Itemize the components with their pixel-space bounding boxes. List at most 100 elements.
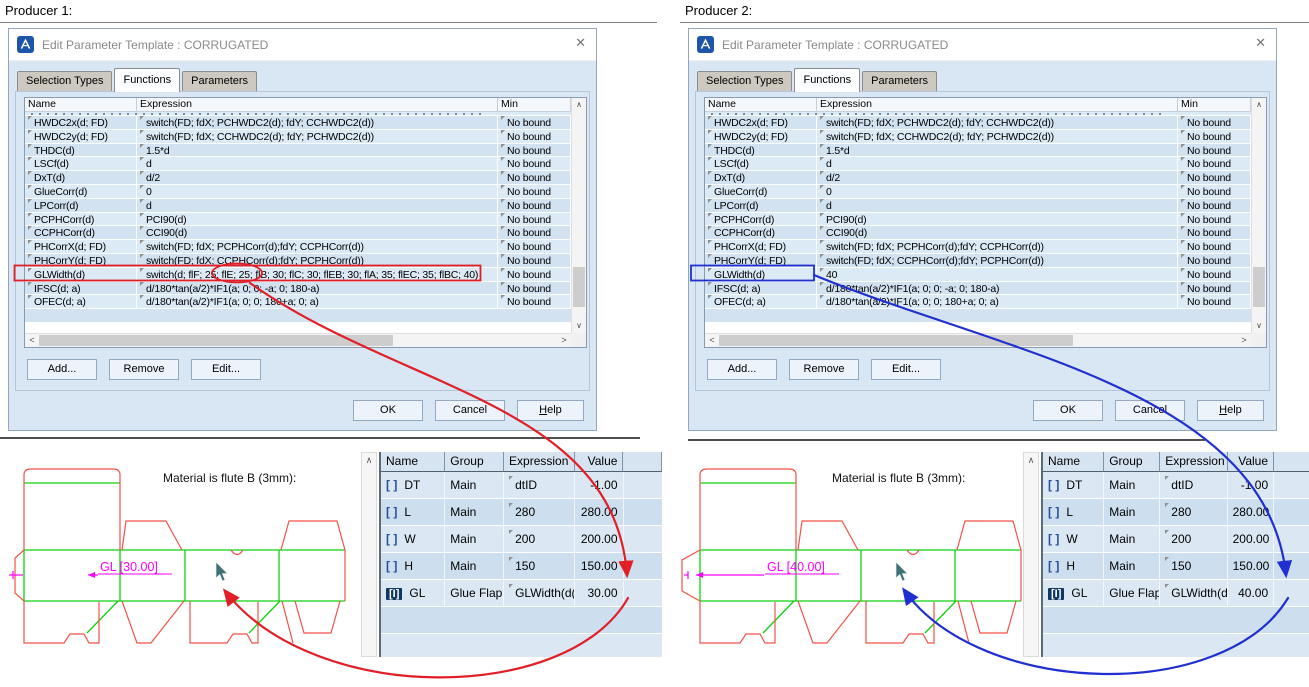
scrollbar-thumb[interactable]	[719, 335, 1073, 346]
vertical-scrollbar[interactable]: ∧ ∨	[571, 98, 586, 333]
scrollbar-thumb[interactable]	[1253, 267, 1265, 307]
column-header-name[interactable]: Name	[381, 452, 445, 472]
ok-button[interactable]: OK	[353, 400, 423, 421]
scroll-up-icon[interactable]: ∧	[1024, 453, 1038, 469]
tab-selection-types[interactable]: Selection Types	[17, 71, 112, 92]
remove-button[interactable]: Remove	[789, 359, 859, 380]
add-button[interactable]: Add...	[27, 359, 97, 380]
function-row-pcphcorr[interactable]: PCPHCorr(d)PCI90(d)No bound	[705, 213, 1266, 227]
scroll-up-icon[interactable]: ∧	[1252, 98, 1266, 112]
function-row-lpcorr[interactable]: LPCorr(d)dNo bound	[25, 199, 586, 213]
cancel-button[interactable]: Cancel	[1115, 400, 1185, 421]
column-header-expression[interactable]: Expression	[137, 98, 498, 111]
column-header-min[interactable]: Min	[1178, 98, 1251, 111]
function-row-phcorrx[interactable]: PHCorrX(d; FD)switch(FD; fdX; PCPHCorr(d…	[25, 240, 586, 254]
function-row-ccphcorr[interactable]: CCPHCorr(d)CCI90(d)No bound	[25, 226, 586, 240]
help-button[interactable]: Help	[1197, 400, 1264, 421]
function-row-glwidth[interactable]: GLWidth(d)40No bound	[705, 268, 1266, 282]
vertical-scrollbar[interactable]: ∧ ∨	[1251, 98, 1266, 333]
column-header-group[interactable]: Group	[1104, 452, 1160, 472]
horizontal-scrollbar[interactable]: < >	[705, 333, 1251, 347]
close-icon[interactable]: ✕	[1255, 35, 1266, 51]
param-value: 40.00	[1228, 580, 1275, 607]
tab-selection-types[interactable]: Selection Types	[697, 71, 792, 92]
function-row-gluecorr[interactable]: GlueCorr(d)0No bound	[705, 185, 1266, 199]
function-row-ofec[interactable]: OFEC(d; a)d/180*tan(a/2)*IF1(a; 0; 0; 18…	[705, 295, 1266, 309]
param-row-w[interactable]: [ ]WMain200200.00	[381, 526, 662, 553]
column-header-name[interactable]: Name	[705, 98, 817, 111]
scroll-up-icon[interactable]: ∧	[572, 98, 586, 112]
tab-parameters[interactable]: Parameters	[182, 71, 257, 92]
function-row-ofec[interactable]: OFEC(d; a)d/180*tan(a/2)*IF1(a; 0; 0; 18…	[25, 295, 586, 309]
param-row-gl[interactable]: [I]GLGlue FlapGLWidth(d())40.00	[1043, 580, 1309, 607]
readonly-flag-icon	[509, 503, 513, 507]
function-row-ccphcorr[interactable]: CCPHCorr(d)CCI90(d)No bound	[705, 226, 1266, 240]
function-row-phcorry[interactable]: PHCorrY(d; FD)switch(FD; fdX; CCPHCorr(d…	[705, 254, 1266, 268]
box-blank-canvas[interactable]: Material is flute B (3mm):GL [40.00]	[680, 444, 1022, 660]
scroll-right-icon[interactable]: >	[557, 334, 571, 347]
function-expression: d/180*tan(a/2)*IF1(a; 0; 0; -a; 0; 180-a…	[137, 282, 498, 295]
function-row-dxt[interactable]: DxT(d)d/2No bound	[705, 171, 1266, 185]
function-row-phcorrx[interactable]: PHCorrX(d; FD)switch(FD; fdX; PCPHCorr(d…	[705, 240, 1266, 254]
function-row-glwidth[interactable]: GLWidth(d)switch(d; flF; 25; flE; 25; fl…	[25, 268, 586, 282]
function-row-dxt[interactable]: DxT(d)d/2No bound	[25, 171, 586, 185]
horizontal-scrollbar[interactable]: < >	[25, 333, 571, 347]
function-row-hwdc2x[interactable]: HWDC2x(d; FD)switch(FD; fdX; PCHWDC2(d);…	[705, 116, 1266, 130]
edit-button[interactable]: Edit...	[191, 359, 261, 380]
ok-button[interactable]: OK	[1033, 400, 1103, 421]
param-row-h[interactable]: [ ]HMain150150.00	[1043, 553, 1309, 580]
box-blank-canvas[interactable]: Material is flute B (3mm):GL [30.00]	[0, 444, 360, 660]
scroll-left-icon[interactable]: <	[705, 334, 719, 347]
function-row-lscf[interactable]: LSCf(d)dNo bound	[705, 157, 1266, 171]
remove-button[interactable]: Remove	[109, 359, 179, 380]
param-row-w[interactable]: [ ]WMain200200.00	[1043, 526, 1309, 553]
column-header-name[interactable]: Name	[1043, 452, 1104, 472]
column-header-expression[interactable]: Expression	[504, 452, 575, 472]
function-row-thdc[interactable]: THDC(d)1.5*dNo bound	[705, 144, 1266, 158]
column-header-expression[interactable]: Expression	[1160, 452, 1227, 472]
function-row-hwdc2y[interactable]: HWDC2y(d; FD)switch(FD; fdX; CCHWDC2(d);…	[25, 130, 586, 144]
column-header-name[interactable]: Name	[25, 98, 137, 111]
function-row-hwdc2x[interactable]: HWDC2x(d; FD)switch(FD; fdX; PCHWDC2(d);…	[25, 116, 586, 130]
param-row-gl[interactable]: [I]GLGlue FlapGLWidth(d())30.00	[381, 580, 662, 607]
column-header-expression[interactable]: Expression	[817, 98, 1178, 111]
drawing-scrollbar[interactable]: ∧	[361, 452, 377, 657]
function-row-lpcorr[interactable]: LPCorr(d)dNo bound	[705, 199, 1266, 213]
function-row-lscf[interactable]: LSCf(d)dNo bound	[25, 157, 586, 171]
help-button[interactable]: Help	[517, 400, 584, 421]
drawing-scrollbar[interactable]: ∧	[1023, 452, 1039, 657]
edit-button[interactable]: Edit...	[871, 359, 941, 380]
function-row-hwdc2y[interactable]: HWDC2y(d; FD)switch(FD; fdX; CCHWDC2(d);…	[705, 130, 1266, 144]
function-row-pcphcorr[interactable]: PCPHCorr(d)PCI90(d)No bound	[25, 213, 586, 227]
scroll-left-icon[interactable]: <	[25, 334, 39, 347]
add-button[interactable]: Add...	[707, 359, 777, 380]
scroll-up-icon[interactable]: ∧	[362, 453, 376, 469]
param-row-l[interactable]: [ ]LMain280280.00	[381, 499, 662, 526]
param-row-dt[interactable]: [ ]DTMaindtID-1.00	[1043, 472, 1309, 499]
function-row-thdc[interactable]: THDC(d)1.5*dNo bound	[25, 144, 586, 158]
function-name: HWDC2x(d; FD)	[25, 116, 137, 129]
column-header-group[interactable]: Group	[445, 452, 504, 472]
scroll-right-icon[interactable]: >	[1237, 334, 1251, 347]
function-name: LPCorr(d)	[705, 199, 817, 212]
tab-parameters[interactable]: Parameters	[862, 71, 937, 92]
column-header-value[interactable]: Value	[1228, 452, 1275, 472]
edit-parameter-template-dialog-1: Edit Parameter Template : CORRUGATED ✕ S…	[8, 28, 597, 431]
function-row-phcorry[interactable]: PHCorrY(d; FD)switch(FD; fdX; CCPHCorr(d…	[25, 254, 586, 268]
tab-functions[interactable]: Functions	[114, 68, 180, 92]
param-row-l[interactable]: [ ]LMain280280.00	[1043, 499, 1309, 526]
function-row-gluecorr[interactable]: GlueCorr(d)0No bound	[25, 185, 586, 199]
cancel-button[interactable]: Cancel	[435, 400, 505, 421]
scroll-down-icon[interactable]: ∨	[1252, 319, 1266, 333]
column-header-value[interactable]: Value	[575, 452, 624, 472]
param-row-h[interactable]: [ ]HMain150150.00	[381, 553, 662, 580]
function-row-ifsc[interactable]: IFSC(d; a)d/180*tan(a/2)*IF1(a; 0; 0; -a…	[25, 282, 586, 296]
function-row-ifsc[interactable]: IFSC(d; a)d/180*tan(a/2)*IF1(a; 0; 0; -a…	[705, 282, 1266, 296]
column-header-min[interactable]: Min	[498, 98, 571, 111]
scrollbar-thumb[interactable]	[39, 335, 393, 346]
scroll-down-icon[interactable]: ∨	[572, 319, 586, 333]
param-row-dt[interactable]: [ ]DTMaindtID-1.00	[381, 472, 662, 499]
close-icon[interactable]: ✕	[575, 35, 586, 51]
tab-functions[interactable]: Functions	[794, 68, 860, 92]
scrollbar-thumb[interactable]	[573, 267, 585, 307]
